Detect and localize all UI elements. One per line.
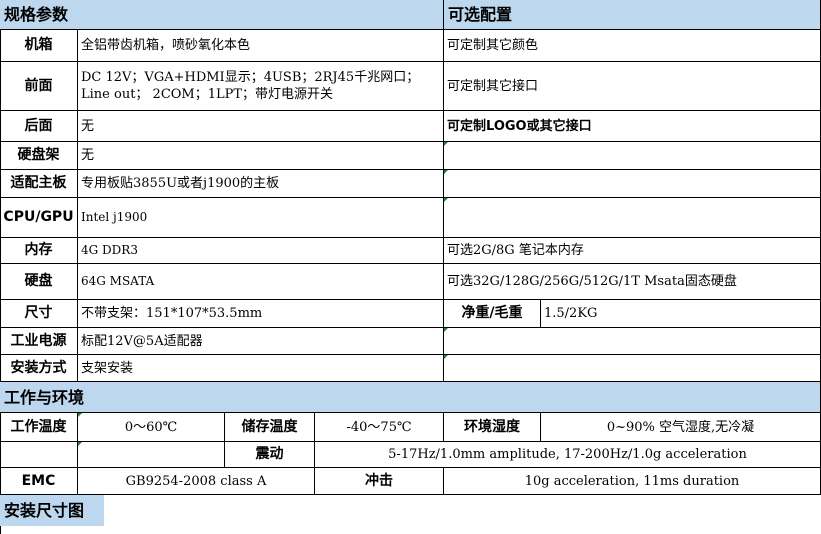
mount-option bbox=[444, 355, 821, 382]
disk-option: 可选32G/128G/256G/512G/1T Msata固态硬盘 bbox=[444, 264, 821, 300]
work-temp-label: 工作温度 bbox=[0, 413, 78, 442]
rear-value: 无 bbox=[78, 111, 444, 142]
disk-label: 硬盘 bbox=[0, 264, 78, 300]
mount-value: 支架安装 bbox=[78, 355, 444, 382]
spec-header: 规格参数 bbox=[0, 0, 444, 30]
board-value: 专用板贴3855U或者j1900的主板 bbox=[78, 170, 444, 198]
shock-value: 10g acceleration, 11ms duration bbox=[444, 468, 821, 495]
hdd-rack-value: 无 bbox=[78, 142, 444, 170]
size-label: 尺寸 bbox=[0, 300, 78, 328]
front-option: 可定制其它接口 bbox=[444, 62, 821, 111]
humidity-value: 0~90% 空气湿度,无冷凝 bbox=[541, 413, 821, 442]
blank-cell-1 bbox=[0, 442, 78, 468]
chassis-value: 全铝带齿机箱，喷砂氧化本色 bbox=[78, 30, 444, 62]
rear-option: 可定制LOGO或其它接口 bbox=[444, 111, 821, 142]
rear-label: 后面 bbox=[0, 111, 78, 142]
vibration-label: 震动 bbox=[225, 442, 315, 468]
weight-value: 1.5/2KG bbox=[541, 300, 821, 328]
power-label: 工业电源 bbox=[0, 328, 78, 355]
memory-label: 内存 bbox=[0, 238, 78, 264]
cpu-value: Intel j1900 bbox=[78, 198, 444, 238]
store-temp-value: -40～75℃ bbox=[315, 413, 444, 442]
emc-label: EMC bbox=[0, 468, 78, 495]
cpu-label: CPU/GPU bbox=[0, 198, 78, 238]
hdd-rack-label: 硬盘架 bbox=[0, 142, 78, 170]
humidity-label: 环境湿度 bbox=[444, 413, 541, 442]
power-option bbox=[444, 328, 821, 355]
install-size-header: 安装尺寸图 bbox=[0, 495, 104, 526]
power-value: 标配12V@5A适配器 bbox=[78, 328, 444, 355]
front-value: DC 12V；VGA+HDMI显示；4USB；2RJ45千兆网口；Line ou… bbox=[78, 62, 444, 111]
mount-label: 安装方式 bbox=[0, 355, 78, 382]
shock-label: 冲击 bbox=[315, 468, 444, 495]
optional-header: 可选配置 bbox=[444, 0, 821, 30]
disk-value: 64G MSATA bbox=[78, 264, 444, 300]
chassis-option: 可定制其它颜色 bbox=[444, 30, 821, 62]
weight-label: 净重/毛重 bbox=[444, 300, 541, 328]
hdd-rack-option bbox=[444, 142, 821, 170]
board-option bbox=[444, 170, 821, 198]
work-temp-value: 0～60℃ bbox=[78, 413, 225, 442]
store-temp-label: 储存温度 bbox=[225, 413, 315, 442]
size-value: 不带支架：151*107*53.5mm bbox=[78, 300, 444, 328]
memory-value: 4G DDR3 bbox=[78, 238, 444, 264]
vibration-value: 5-17Hz/1.0mm amplitude, 17-200Hz/1.0g ac… bbox=[315, 442, 821, 468]
cpu-option bbox=[444, 198, 821, 238]
chassis-label: 机箱 bbox=[0, 30, 78, 62]
spec-sheet: 规格参数 可选配置 机箱 全铝带齿机箱，喷砂氧化本色 可定制其它颜色 前面 DC… bbox=[0, 0, 821, 534]
board-label: 适配主板 bbox=[0, 170, 78, 198]
blank-cell-2 bbox=[78, 442, 225, 468]
front-label: 前面 bbox=[0, 62, 78, 111]
emc-value: GB9254-2008 class A bbox=[78, 468, 315, 495]
memory-option: 可选2G/8G 笔记本内存 bbox=[444, 238, 821, 264]
env-header: 工作与环境 bbox=[0, 382, 821, 413]
